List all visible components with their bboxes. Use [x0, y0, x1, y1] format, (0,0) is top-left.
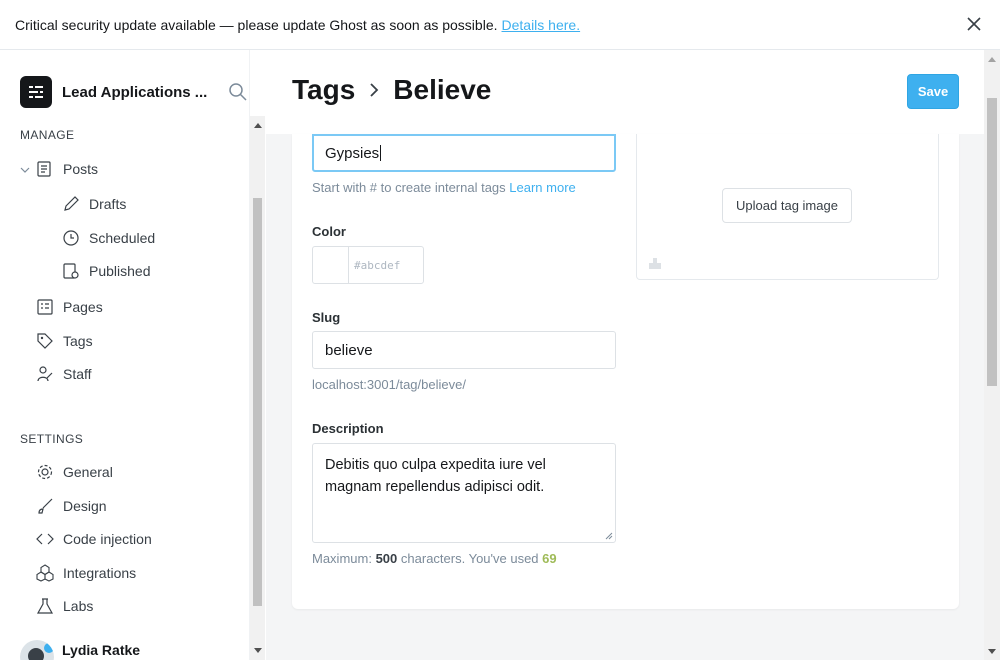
- description-label: Description: [312, 421, 384, 436]
- sidebar-item-labs[interactable]: Labs: [36, 595, 93, 617]
- learn-more-link[interactable]: Learn more: [509, 180, 575, 195]
- search-icon[interactable]: [228, 82, 248, 102]
- sidebar-item-integrations[interactable]: Integrations: [36, 562, 136, 584]
- scroll-up-arrow-icon[interactable]: [254, 123, 262, 128]
- sidebar-scrollbar-thumb[interactable]: [253, 198, 262, 606]
- pencil-icon: [64, 196, 79, 211]
- tag-name-hint: Start with # to create internal tags Lea…: [312, 180, 576, 195]
- breadcrumb-tags-link[interactable]: Tags: [292, 74, 355, 106]
- sidebar-item-label: Labs: [63, 598, 94, 614]
- slug-value: believe: [325, 341, 373, 359]
- banner-message: Critical security update available — ple…: [15, 16, 498, 33]
- gear-icon: [37, 464, 53, 480]
- site-logo: [20, 76, 52, 108]
- description-counter: Maximum: 500 characters. You've used 69: [312, 551, 557, 566]
- sidebar-item-label: Posts: [63, 161, 99, 177]
- upload-tag-image-button[interactable]: Upload tag image: [722, 188, 852, 223]
- site-header[interactable]: Lead Applications ...: [20, 76, 249, 108]
- color-swatch[interactable]: [313, 247, 349, 283]
- settings-section-label: SETTINGS: [20, 432, 84, 446]
- scroll-down-arrow-icon[interactable]: [988, 649, 996, 654]
- slug-url: localhost:3001/tag/believe/: [312, 377, 466, 392]
- sidebar-item-scheduled[interactable]: Scheduled: [62, 227, 155, 249]
- color-input[interactable]: # abcdef: [312, 246, 424, 284]
- sidebar-item-tags[interactable]: Tags: [36, 330, 93, 352]
- sidebar: Lead Applications ... MANAGE Posts Draft…: [0, 50, 250, 660]
- chevron-down-icon[interactable]: [20, 165, 30, 175]
- max-prefix: Maximum:: [312, 551, 372, 566]
- sidebar-item-label: Scheduled: [89, 230, 156, 246]
- sidebar-item-label: Drafts: [89, 196, 127, 212]
- tag-icon: [37, 333, 53, 349]
- resize-handle-icon[interactable]: [605, 532, 613, 540]
- sidebar-item-design[interactable]: Design: [36, 495, 107, 517]
- flask-icon: [36, 598, 54, 614]
- sidebar-item-published[interactable]: Published: [62, 260, 151, 282]
- description-value: Debitis quo culpa expedita iure vel magn…: [325, 457, 546, 495]
- user-menu[interactable]: Lydia Ratke: [20, 640, 140, 660]
- manage-section-label: MANAGE: [20, 128, 75, 142]
- sidebar-item-label: Design: [63, 498, 107, 514]
- sidebar-item-label: Code injection: [63, 531, 152, 547]
- banner-details-link[interactable]: Details here.: [502, 17, 581, 33]
- used-value: 69: [542, 551, 557, 566]
- scroll-up-arrow-icon[interactable]: [988, 57, 996, 62]
- site-title: Lead Applications ...: [62, 83, 208, 101]
- brush-icon: [38, 498, 53, 514]
- tag-name-value: Gypsies: [325, 144, 380, 162]
- slug-label: Slug: [312, 310, 341, 325]
- color-placeholder: abcdef: [360, 258, 401, 272]
- slug-input[interactable]: believe: [312, 331, 616, 369]
- page-title: Believe: [393, 74, 492, 105]
- sidebar-item-label: Tags: [63, 333, 93, 349]
- sidebar-item-label: Published: [89, 263, 151, 279]
- color-label: Color: [312, 224, 346, 239]
- description-textarea[interactable]: Debitis quo culpa expedita iure vel magn…: [312, 443, 616, 543]
- chevron-right-icon: [370, 83, 379, 97]
- breadcrumb: Tags Believe: [292, 74, 491, 106]
- sidebar-item-pages[interactable]: Pages: [36, 296, 103, 318]
- sidebar-item-drafts[interactable]: Drafts: [62, 193, 126, 215]
- close-icon[interactable]: [964, 14, 984, 34]
- clock-icon: [63, 230, 79, 246]
- color-field[interactable]: # abcdef: [354, 247, 400, 283]
- tag-name-input[interactable]: Gypsies: [312, 134, 616, 172]
- color-hash-symbol: #: [354, 258, 361, 272]
- user-name: Lydia Ratke: [62, 642, 141, 658]
- sidebar-item-staff[interactable]: Staff: [36, 363, 92, 385]
- save-button[interactable]: Save: [907, 74, 959, 109]
- posts-icon: [37, 161, 51, 177]
- image-placeholder-icon: [649, 258, 661, 269]
- published-icon: [63, 263, 79, 279]
- sidebar-item-general[interactable]: General: [36, 461, 113, 483]
- update-banner: Critical security update available — ple…: [0, 0, 1000, 50]
- sidebar-item-label: Pages: [63, 299, 103, 315]
- scroll-down-arrow-icon[interactable]: [254, 648, 262, 653]
- max-value: 500: [375, 551, 398, 566]
- sidebar-item-label: General: [63, 464, 113, 480]
- sidebar-item-label: Staff: [63, 366, 92, 382]
- staff-icon: [37, 366, 53, 382]
- max-mid: characters. You've used: [400, 551, 539, 566]
- main-scrollbar-thumb[interactable]: [987, 98, 997, 386]
- sidebar-item-code-injection[interactable]: Code injection: [36, 528, 152, 550]
- sidebar-item-posts[interactable]: Posts: [36, 158, 98, 180]
- avatar: [20, 640, 54, 660]
- pages-icon: [37, 299, 53, 315]
- integrations-icon: [36, 564, 54, 582]
- ghost-logo-icon: [29, 86, 43, 98]
- code-icon: [36, 533, 54, 545]
- sidebar-item-label: Integrations: [63, 565, 137, 581]
- tag-name-hint-text: Start with # to create internal tags: [312, 180, 506, 195]
